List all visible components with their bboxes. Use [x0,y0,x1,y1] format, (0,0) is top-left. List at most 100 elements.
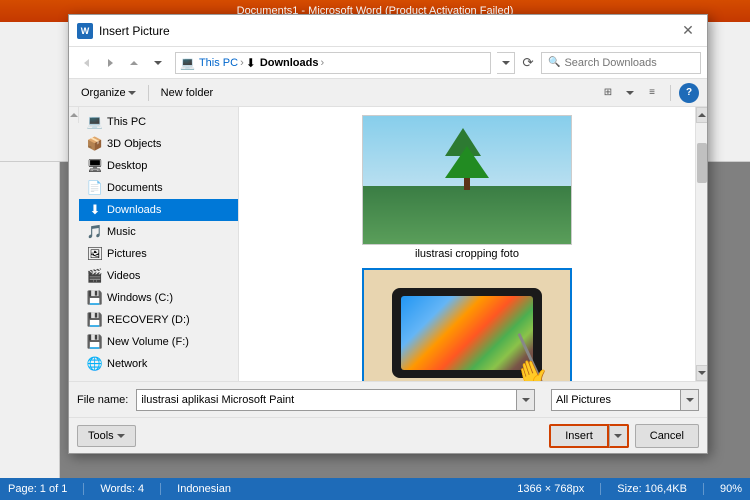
scroll-down-button[interactable] [696,365,708,381]
sidebar-item-3d-objects[interactable]: 📦 3D Objects [79,133,238,155]
videos-icon: 🎬 [87,268,103,284]
breadcrumb-this-pc[interactable]: This PC [199,57,238,69]
sidebar-item-this-pc[interactable]: 💻 This PC [79,111,238,133]
help-button[interactable]: ? [679,83,699,103]
filename-input[interactable] [136,389,517,411]
up-button[interactable] [123,52,145,74]
cancel-label: Cancel [650,430,684,442]
sidebar-item-windows-c[interactable]: 💾 Windows (C:) [79,287,238,309]
3d-objects-icon: 📦 [87,136,103,152]
files-scrollbar[interactable] [695,107,707,381]
filename-dropdown-icon [522,398,530,402]
desktop-label: Desktop [107,160,147,172]
breadcrumb-bar[interactable]: 💻 This PC › ⬇ Downloads › [175,52,491,74]
sidebar-container: 💻 This PC 📦 3D Objects 🖥 Desktop 📄 Docum… [69,107,239,381]
sidebar-item-desktop[interactable]: 🖥 Desktop [79,155,238,177]
search-bar[interactable]: 🔍 [541,52,701,74]
file-item-2[interactable]: ✋ ilustrasi aplikasi Microsoft Paint [247,268,687,381]
organize-button[interactable]: Organize [77,85,140,101]
word-statusbar: Page: 1 of 1 Words: 4 Indonesian 1366 × … [0,478,750,500]
main-content: 💻 This PC 📦 3D Objects 🖥 Desktop 📄 Docum… [69,107,707,381]
sidebar-item-videos[interactable]: 🎬 Videos [79,265,238,287]
sidebar-item-network[interactable]: 🌐 Network [79,353,238,375]
sidebar-item-music[interactable]: 🎵 Music [79,221,238,243]
status-language: Indonesian [177,483,231,495]
computer-icon: 💻 [180,56,195,70]
file-thumbnail-1 [362,115,572,245]
filename-input-group [136,389,535,411]
organize-label: Organize [81,87,126,99]
dialog-title-icon: W [77,23,93,39]
scroll-up-button[interactable] [696,107,708,123]
sidebar-scroll-up[interactable] [69,107,79,123]
file-item-1[interactable]: ilustrasi cropping foto [247,115,687,260]
insert-dropdown-icon [614,434,622,438]
status-zoom: 90% [720,483,742,495]
recovery-d-icon: 💾 [87,312,103,328]
recent-locations-button[interactable] [147,52,169,74]
view-dropdown-button[interactable] [620,83,640,103]
status-separator1 [83,483,84,495]
breadcrumb-downloads[interactable]: Downloads [260,57,319,69]
pictures-label: Pictures [107,248,147,260]
status-page: Page: 1 of 1 [8,483,67,495]
view-buttons: ⊞ ≡ [598,83,662,103]
forward-icon [108,59,113,67]
music-label: Music [107,226,136,238]
videos-label: Videos [107,270,140,282]
insert-dropdown-button[interactable] [609,424,629,448]
sidebar-item-downloads[interactable]: ⬇ Downloads [79,199,238,221]
filename-dropdown-button[interactable] [517,389,535,411]
filename-bar: File name: All Pictures [69,381,707,417]
refresh-button[interactable]: ⟳ [517,52,539,74]
new-folder-button[interactable]: New folder [157,85,218,101]
windows-c-label: Windows (C:) [107,292,173,304]
toolbar-separator [148,85,149,101]
up-icon [130,61,138,65]
insert-label: Insert [565,430,593,442]
breadcrumb-dropdown[interactable] [497,52,515,74]
dialog-close-button[interactable]: ✕ [677,20,699,42]
windows-c-icon: 💾 [87,290,103,306]
tools-button[interactable]: Tools [77,425,136,447]
new-folder-label: New folder [161,87,214,99]
status-words: Words: 4 [100,483,144,495]
music-icon: 🎵 [87,224,103,240]
this-pc-icon: 💻 [87,114,103,130]
cancel-button[interactable]: Cancel [635,424,699,448]
back-icon [84,59,89,67]
search-input[interactable] [564,57,694,69]
downloads-icon: ⬇ [87,202,103,218]
view-dropdown-icon [626,91,634,95]
word-left-toolbar [0,162,60,478]
insert-button[interactable]: Insert [549,424,609,448]
new-volume-f-icon: 💾 [87,334,103,350]
sidebar-item-pictures[interactable]: 🖼 Pictures [79,243,238,265]
back-button[interactable] [75,52,97,74]
filetype-value: All Pictures [556,394,611,406]
filetype-dropdown-button[interactable] [681,389,699,411]
filetype-group: All Pictures [551,389,699,411]
sidebar-with-scroll [69,107,79,381]
sidebar-item-new-volume-f[interactable]: 💾 New Volume (F:) [79,331,238,353]
sidebar-item-documents[interactable]: 📄 Documents [79,177,238,199]
downloads-breadcrumb-icon: ⬇ [246,56,256,70]
forward-button[interactable] [99,52,121,74]
scroll-down-icon [698,371,706,375]
3d-objects-label: 3D Objects [107,138,161,150]
sidebar-item-recovery-d[interactable]: 💾 RECOVERY (D:) [79,309,238,331]
scrollbar-thumb[interactable] [697,143,707,183]
network-label: Network [107,358,147,370]
filename-label: File name: [77,394,128,406]
search-icon: 🔍 [548,57,560,68]
file-thumbnail-2: ✋ [362,268,572,381]
insert-picture-dialog: W Insert Picture ✕ 💻 This PC › ⬇ Downloa… [68,14,708,454]
file-name-1: ilustrasi cropping foto [415,248,519,260]
status-separator3 [600,483,601,495]
sidebar-scroll-up-icon [70,113,78,117]
view-medium-icons-button[interactable]: ⊞ [598,83,618,103]
filetype-dropdown-icon [686,398,694,402]
view-details-button[interactable]: ≡ [642,83,662,103]
sidebar: 💻 This PC 📦 3D Objects 🖥 Desktop 📄 Docum… [79,107,239,381]
tools-dropdown-icon [117,434,125,438]
